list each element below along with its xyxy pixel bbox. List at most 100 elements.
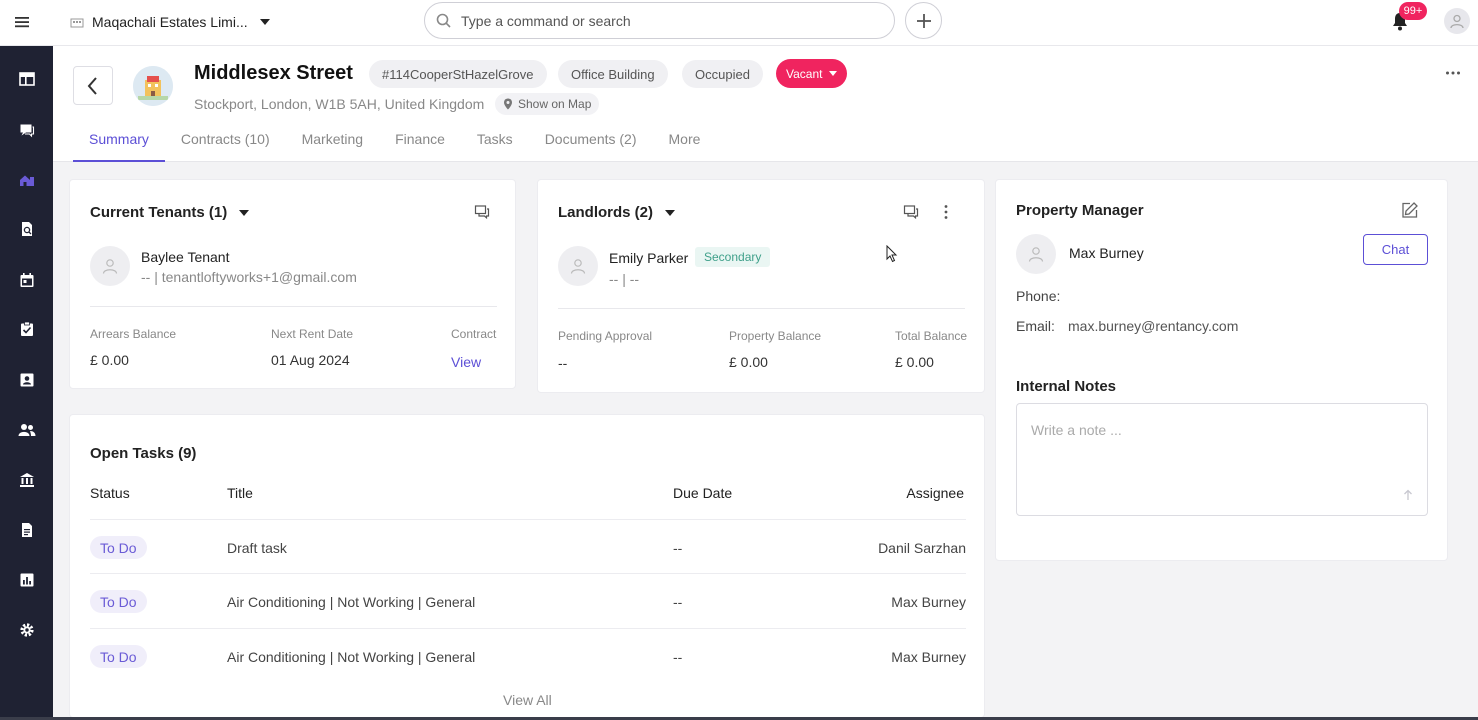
- search-input[interactable]: [461, 12, 861, 29]
- more-options-icon[interactable]: [1445, 70, 1461, 76]
- internal-notes-title: Internal Notes: [1016, 378, 1117, 395]
- status-dropdown[interactable]: Vacant: [776, 59, 848, 88]
- tab-finance[interactable]: Finance: [379, 122, 461, 162]
- menu-icon[interactable]: [12, 12, 32, 32]
- current-tenants-title: Current Tenants (1): [90, 204, 228, 221]
- chevron-down-icon: [259, 19, 270, 25]
- more-vertical-icon[interactable]: [943, 204, 949, 220]
- sidebar-item-bank[interactable]: [0, 460, 53, 500]
- sidebar-item-properties[interactable]: [0, 160, 53, 200]
- command-search[interactable]: [424, 2, 895, 39]
- tab-contracts[interactable]: Contracts (10): [165, 122, 286, 162]
- manager-avatar: [1016, 234, 1056, 274]
- column-status: Status: [90, 485, 130, 501]
- property-reference-chip: #114CooperStHazelGrove: [369, 60, 547, 88]
- divider: [558, 308, 965, 309]
- map-pin-icon: [504, 98, 512, 110]
- task-title: Air Conditioning | Not Working | General: [227, 649, 476, 665]
- landlords-card: Landlords (2) Emily Parker Secondary -- …: [537, 179, 985, 393]
- sidebar-item-people[interactable]: [0, 410, 53, 450]
- note-input[interactable]: [1017, 404, 1427, 515]
- chat-button[interactable]: Chat: [1363, 234, 1428, 265]
- total-balance-value: £ 0.00: [895, 354, 934, 370]
- pending-approval-label: Pending Approval: [558, 329, 653, 343]
- secondary-badge: Secondary: [695, 247, 771, 267]
- next-rent-date-label: Next Rent Date: [271, 327, 354, 341]
- sidebar-item-messages[interactable]: [0, 110, 53, 150]
- property-balance-label: Property Balance: [729, 329, 822, 343]
- messages-icon: [20, 124, 34, 138]
- property-title: Middlesex Street: [194, 62, 353, 84]
- status-label: Vacant: [786, 66, 823, 81]
- user-avatar[interactable]: [1444, 8, 1470, 34]
- manager-name[interactable]: Max Burney: [1069, 245, 1144, 261]
- property-type-chip: Office Building: [558, 60, 668, 88]
- organization-switcher[interactable]: Maqachali Estates Limi...: [70, 11, 270, 33]
- sidebar-item-search-contacts[interactable]: [0, 209, 53, 249]
- table-row[interactable]: To Do Air Conditioning | Not Working | G…: [90, 573, 966, 627]
- sidebar-item-calendar[interactable]: [0, 260, 53, 300]
- table-row[interactable]: To Do Draft task -- Danil Sarzhan: [90, 519, 966, 573]
- task-due-date: --: [673, 649, 683, 665]
- landlord-avatar: [558, 246, 598, 286]
- tenant-avatar: [90, 246, 130, 286]
- next-rent-date-value: 01 Aug 2024: [271, 352, 350, 368]
- tab-tasks[interactable]: Tasks: [461, 122, 529, 162]
- send-arrow-icon[interactable]: [1403, 489, 1413, 501]
- tab-more[interactable]: More: [653, 122, 717, 162]
- landlord-name[interactable]: Emily Parker: [609, 250, 688, 266]
- landlords-header[interactable]: Landlords (2): [558, 204, 676, 221]
- gear-icon: [19, 623, 34, 637]
- sidebar-item-settings[interactable]: [0, 610, 53, 650]
- divider: [90, 306, 497, 307]
- property-image: [133, 66, 173, 106]
- pending-approval-value: --: [558, 355, 568, 371]
- edit-icon[interactable]: [1401, 201, 1419, 219]
- tab-summary[interactable]: Summary: [73, 122, 165, 162]
- show-on-map-button[interactable]: Show on Map: [495, 93, 600, 115]
- view-all-link[interactable]: View All: [503, 692, 552, 708]
- property-balance-value: £ 0.00: [729, 354, 768, 370]
- message-landlords-icon[interactable]: [903, 204, 919, 220]
- tenant-name[interactable]: Baylee Tenant: [141, 249, 229, 265]
- dashboard-icon: [18, 72, 35, 86]
- task-due-date: --: [673, 594, 683, 610]
- column-title: Title: [227, 485, 253, 501]
- table-row[interactable]: To Do Air Conditioning | Not Working | G…: [90, 628, 966, 682]
- view-contract-link[interactable]: View: [451, 354, 481, 370]
- column-assignee: Assignee: [906, 485, 964, 501]
- email-value[interactable]: max.burney@rentancy.com: [1068, 318, 1238, 334]
- current-tenants-header[interactable]: Current Tenants (1): [90, 204, 250, 221]
- contact-card-icon: [20, 373, 33, 387]
- tab-marketing[interactable]: Marketing: [286, 122, 379, 162]
- sidebar-item-dashboard[interactable]: [0, 59, 53, 99]
- total-balance-label: Total Balance: [895, 329, 968, 343]
- landlords-title: Landlords (2): [558, 204, 654, 221]
- task-assignee: Danil Sarzhan: [878, 540, 966, 556]
- show-on-map-label: Show on Map: [518, 97, 592, 111]
- organization-name: Maqachali Estates Limi...: [92, 14, 248, 30]
- sidebar-item-reports[interactable]: [0, 560, 53, 600]
- sidebar-item-contacts[interactable]: [0, 360, 53, 400]
- plus-icon: [916, 13, 931, 28]
- back-button[interactable]: [73, 66, 113, 105]
- current-tenants-card: Current Tenants (1) Baylee Tenant -- | t…: [69, 179, 516, 389]
- property-header: Middlesex Street #114CooperStHazelGrove …: [53, 46, 1478, 162]
- status-badge: To Do: [90, 590, 147, 613]
- sidebar: [0, 46, 53, 720]
- tab-documents[interactable]: Documents (2): [529, 122, 653, 162]
- property-manager-title: Property Manager: [1016, 202, 1144, 219]
- occupancy-chip: Occupied: [682, 60, 763, 88]
- open-tasks-title: Open Tasks (9): [90, 445, 197, 462]
- sidebar-item-tasks[interactable]: [0, 309, 53, 349]
- user-icon: [1450, 14, 1464, 29]
- open-tasks-card: Open Tasks (9) Status Title Due Date Ass…: [69, 414, 985, 718]
- message-tenants-icon[interactable]: [474, 204, 490, 220]
- chevron-down-icon: [239, 209, 250, 216]
- add-button[interactable]: [905, 2, 942, 39]
- document-icon: [21, 523, 32, 537]
- sidebar-item-documents[interactable]: [0, 510, 53, 550]
- chevron-left-icon: [87, 76, 97, 95]
- landlord-contact: -- | --: [609, 271, 640, 287]
- chevron-down-icon: [665, 209, 676, 216]
